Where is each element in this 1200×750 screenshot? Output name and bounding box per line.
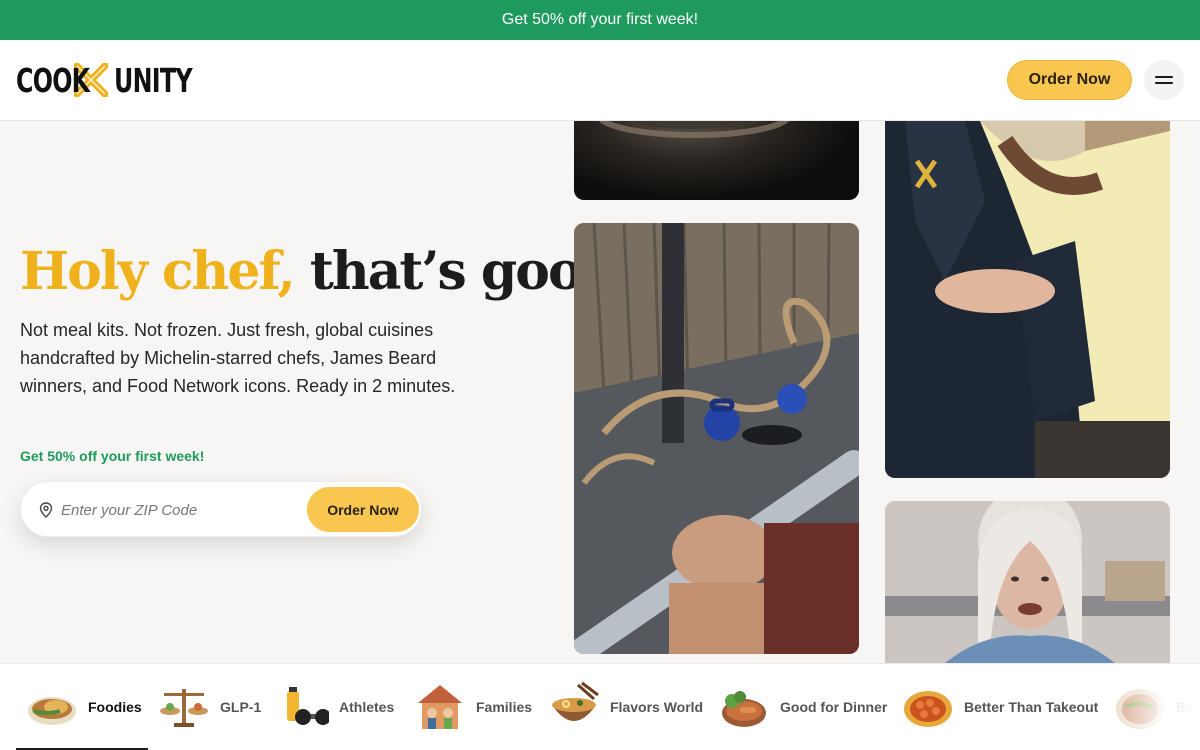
hamburger-menu-icon	[1155, 76, 1173, 84]
zip-code-input[interactable]	[61, 496, 301, 524]
hero-title-accent: Holy chef,	[20, 241, 296, 302]
category-label: Athletes	[339, 699, 395, 715]
category-label: GLP-1	[220, 699, 262, 715]
hero-order-now-button[interactable]: Order Now	[307, 487, 419, 532]
category-good-for-dinner[interactable]: Good for Dinner	[718, 664, 887, 750]
promo-banner-text: Get 50% off your first week!	[501, 11, 699, 28]
category-athletes[interactable]: Athletes	[277, 664, 394, 750]
chef-illustration	[885, 501, 1170, 663]
hero-promo-text: Get 50% off your first week!	[20, 448, 205, 464]
category-families[interactable]: Families	[414, 664, 532, 750]
zip-form: Order Now	[20, 481, 422, 537]
category-label: Families	[476, 699, 533, 715]
family-house-icon	[418, 685, 462, 729]
category-fade-overlay	[1110, 664, 1200, 750]
grilled-food-plate-icon	[28, 697, 76, 725]
category-label: Better Than Takeout	[964, 699, 1099, 715]
logo-word-cook: COOK	[16, 60, 90, 100]
category-bar: Foodies GLP-1 Athletes Families Flavors …	[0, 663, 1200, 750]
dinner-plate-icon	[722, 691, 766, 727]
category-flavors-world[interactable]: Flavors World	[548, 664, 703, 750]
category-label: Foodies	[88, 699, 142, 715]
logo-word-unity: UNITY	[114, 60, 193, 100]
dumbbell-bottle-icon	[287, 687, 329, 725]
category-better-than-takeout[interactable]: Better Than Takeout	[902, 664, 1098, 750]
photo-chef	[885, 501, 1170, 663]
location-pin-icon	[39, 502, 53, 518]
photo-cookware	[574, 121, 859, 200]
hero-title: Holy chef, that’s good	[20, 236, 617, 308]
cookunity-logo[interactable]: COOK UNITY	[16, 60, 193, 100]
header-order-now-button[interactable]: Order Now	[1007, 60, 1132, 100]
meal-bag-illustration	[885, 121, 1170, 478]
menu-button[interactable]	[1144, 60, 1184, 100]
gym-illustration	[574, 223, 859, 654]
category-label: Good for Dinner	[780, 699, 888, 715]
photo-gym	[574, 223, 859, 654]
promo-banner[interactable]: Get 50% off your first week!	[0, 0, 1200, 40]
photo-meal-bag	[885, 121, 1170, 478]
category-glp-1[interactable]: GLP-1	[158, 664, 261, 750]
category-foodies[interactable]: Foodies	[26, 664, 142, 750]
category-label: Flavors World	[610, 699, 704, 715]
hero-subtitle: Not meal kits. Not frozen. Just fresh, g…	[20, 320, 456, 396]
hero-title-rest: that’s good	[309, 241, 617, 302]
cookware-illustration	[598, 121, 790, 138]
balance-scale-icon	[160, 689, 208, 727]
ramen-bowl-icon	[552, 681, 599, 721]
takeout-plate-icon	[904, 691, 952, 727]
